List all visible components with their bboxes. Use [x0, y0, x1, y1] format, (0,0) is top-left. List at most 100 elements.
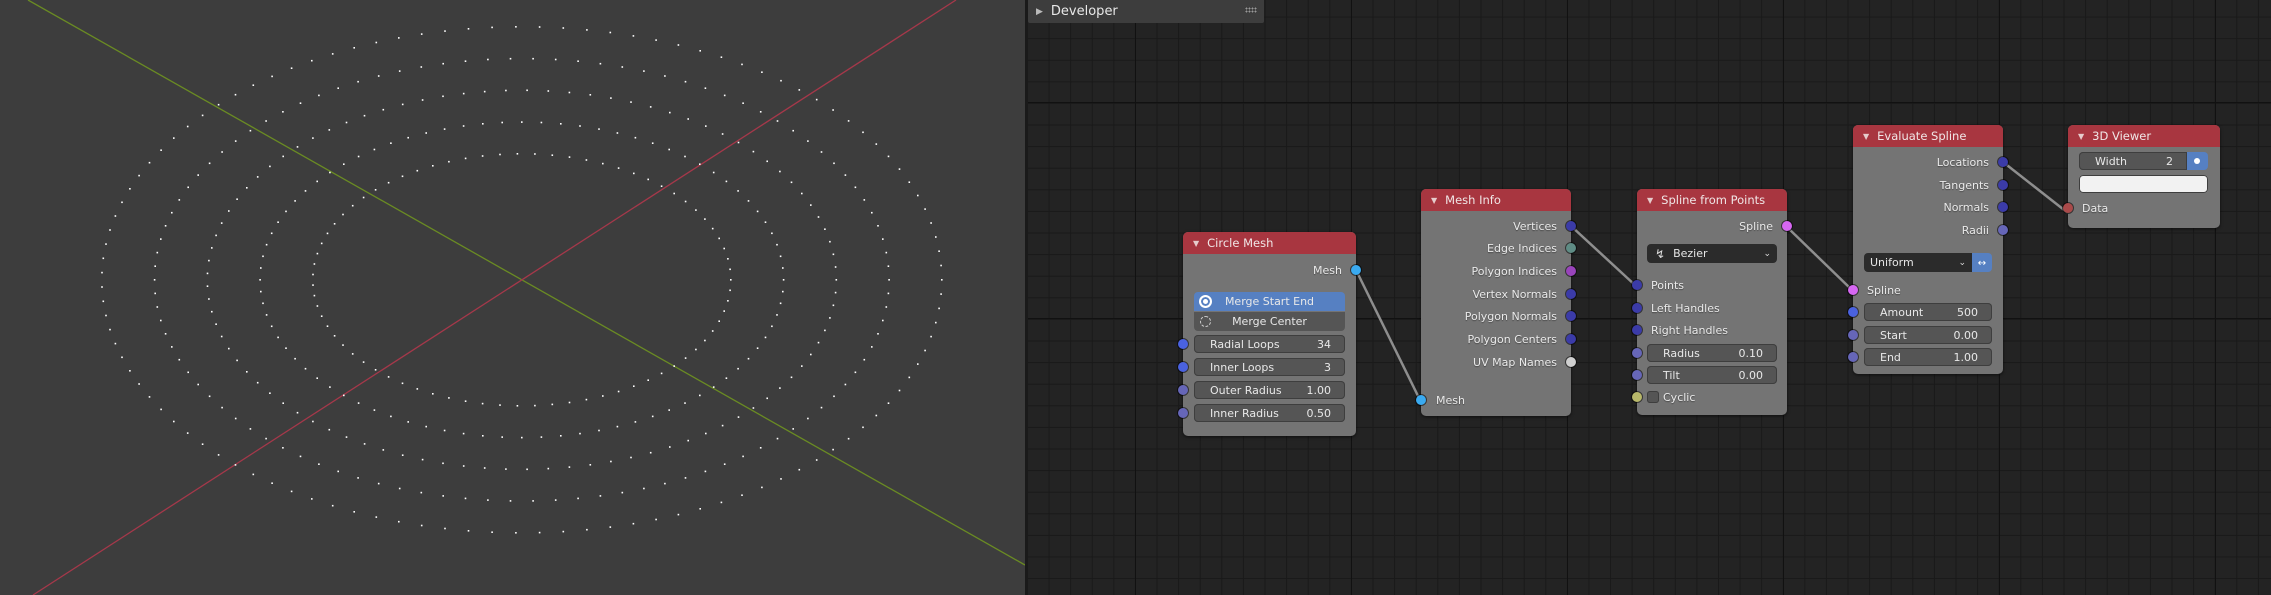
socket-label: Spline: [1867, 283, 1901, 297]
node-circle-mesh[interactable]: ▼ Circle Mesh Mesh Merge Start End Merge…: [1178, 232, 1361, 436]
radius-socket[interactable]: [1632, 348, 1642, 358]
radial-loops-field[interactable]: Radial Loops 34: [1194, 335, 1345, 353]
vertex-point: [634, 136, 637, 139]
polygon-normals-socket[interactable]: [1566, 311, 1576, 321]
inner-radius-socket[interactable]: [1178, 408, 1188, 418]
point-display-toggle[interactable]: [2187, 152, 2208, 170]
normals-socket[interactable]: [1998, 202, 2008, 212]
points-socket[interactable]: [1632, 280, 1642, 290]
edge-indices-socket[interactable]: [1566, 243, 1576, 253]
cyclic-socket[interactable]: [1632, 392, 1642, 402]
color-swatch[interactable]: [2079, 175, 2208, 193]
locations-socket[interactable]: [1998, 157, 2008, 167]
field-label: End: [1880, 350, 1901, 364]
node-header[interactable]: ▼ 3D Viewer: [2068, 125, 2220, 147]
3d-viewport[interactable]: [0, 0, 1025, 595]
collapse-triangle-icon[interactable]: ▼: [2078, 132, 2084, 141]
vertex-point: [829, 317, 831, 319]
left-handles-socket[interactable]: [1632, 303, 1642, 313]
inner-loops-field[interactable]: Inner Loops 3: [1194, 358, 1345, 376]
vertex-point: [374, 369, 377, 371]
developer-panel[interactable]: ▶ Developer: [1028, 0, 1264, 23]
node-spline-from-points[interactable]: ▼ Spline from Points Spline ↯ Bezier ⌄ P…: [1632, 189, 1792, 415]
amount-socket[interactable]: [1848, 307, 1858, 317]
vertex-point: [217, 454, 220, 456]
node-3d-viewer[interactable]: ▼ 3D Viewer Width 2 Data: [2063, 125, 2220, 228]
vertex-point: [801, 365, 803, 367]
node-evaluate-spline[interactable]: ▼ Evaluate Spline Locations Tangents Nor…: [1848, 125, 2008, 374]
collapse-triangle-icon[interactable]: ▼: [1431, 196, 1437, 205]
vertex-point: [711, 330, 714, 332]
field-value: 500: [1957, 305, 1978, 319]
vertex-point: [568, 401, 571, 404]
uv-map-names-socket[interactable]: [1566, 357, 1576, 367]
dropdown-value: Uniform: [1870, 256, 1914, 269]
vertex-point: [632, 35, 635, 37]
vertex-point: [780, 478, 782, 480]
cyclic-checkbox[interactable]: [1647, 391, 1659, 403]
mesh-output-socket[interactable]: [1351, 265, 1361, 275]
vertex-point: [776, 243, 778, 246]
evaluation-mode-dropdown[interactable]: Uniform ⌄: [1864, 253, 1972, 272]
node-header[interactable]: ▼ Mesh Info: [1421, 189, 1571, 211]
dropdown-value: Bezier: [1673, 247, 1708, 260]
collapse-triangle-icon[interactable]: ▼: [1647, 196, 1653, 205]
collapse-triangle-icon[interactable]: ▼: [1863, 132, 1869, 141]
tilt-field[interactable]: Tilt 0.00: [1647, 366, 1777, 384]
tangents-socket[interactable]: [1998, 180, 2008, 190]
amount-field[interactable]: Amount 500: [1864, 303, 1992, 321]
polygon-centers-socket[interactable]: [1566, 334, 1576, 344]
outer-radius-socket[interactable]: [1178, 385, 1188, 395]
vertex-point: [834, 291, 837, 294]
node-header[interactable]: ▼ Spline from Points: [1637, 189, 1787, 211]
merge-start-end-toggle[interactable]: Merge Start End: [1194, 292, 1345, 311]
spline-input-socket[interactable]: [1848, 285, 1858, 295]
tilt-socket[interactable]: [1632, 370, 1642, 380]
radius-field[interactable]: Radius 0.10: [1647, 344, 1777, 362]
start-socket[interactable]: [1848, 330, 1858, 340]
vertex-point: [353, 511, 355, 513]
inner-loops-socket[interactable]: [1178, 362, 1188, 372]
field-value: 1.00: [1953, 350, 1979, 364]
socket-label: Mesh: [1313, 263, 1342, 277]
node-header[interactable]: ▼ Evaluate Spline: [1853, 125, 2003, 147]
radii-socket[interactable]: [1998, 225, 2008, 235]
vertex-normals-socket[interactable]: [1566, 289, 1576, 299]
vertex-point: [568, 466, 571, 468]
vertex-point: [723, 310, 725, 312]
vertex-point: [687, 439, 689, 442]
spline-output-socket[interactable]: [1782, 221, 1792, 231]
vertex-point: [269, 392, 271, 394]
polygon-indices-socket[interactable]: [1566, 266, 1576, 276]
mesh-input-socket[interactable]: [1416, 395, 1426, 405]
radial-loops-socket[interactable]: [1178, 339, 1188, 349]
vertex-point: [285, 347, 287, 349]
vertex-point: [357, 402, 360, 404]
expand-triangle-icon[interactable]: ▶: [1036, 7, 1043, 17]
vertex-point: [532, 500, 534, 502]
vertex-point: [888, 279, 890, 281]
vertex-point: [285, 210, 287, 213]
end-socket[interactable]: [1848, 352, 1858, 362]
inner-radius-field[interactable]: Inner Radius 0.50: [1194, 404, 1345, 422]
node-mesh-info[interactable]: ▼ Mesh Info Vertices Edge Indices Polygo…: [1416, 189, 1576, 416]
vertex-point: [425, 425, 427, 428]
vertex-point: [464, 157, 467, 160]
vertex-point: [234, 417, 237, 420]
merge-center-toggle[interactable]: Merge Center: [1194, 312, 1345, 331]
right-handles-socket[interactable]: [1632, 325, 1642, 335]
data-input-socket[interactable]: [2063, 203, 2073, 213]
vertices-socket[interactable]: [1566, 221, 1576, 231]
collapse-triangle-icon[interactable]: ▼: [1193, 239, 1199, 248]
end-field[interactable]: End 1.00: [1864, 348, 1992, 366]
vertex-point: [260, 267, 262, 269]
start-field[interactable]: Start 0.00: [1864, 326, 1992, 344]
width-field[interactable]: Width 2: [2079, 152, 2187, 170]
drag-grip-icon[interactable]: [1245, 7, 1257, 13]
vertex-point: [887, 155, 890, 158]
vertex-point: [342, 344, 344, 346]
outer-radius-field[interactable]: Outer Radius 1.00: [1194, 381, 1345, 399]
node-header[interactable]: ▼ Circle Mesh: [1183, 232, 1356, 254]
parameter-type-toggle[interactable]: ↔: [1972, 253, 1992, 272]
spline-type-dropdown[interactable]: ↯ Bezier ⌄: [1647, 244, 1777, 263]
